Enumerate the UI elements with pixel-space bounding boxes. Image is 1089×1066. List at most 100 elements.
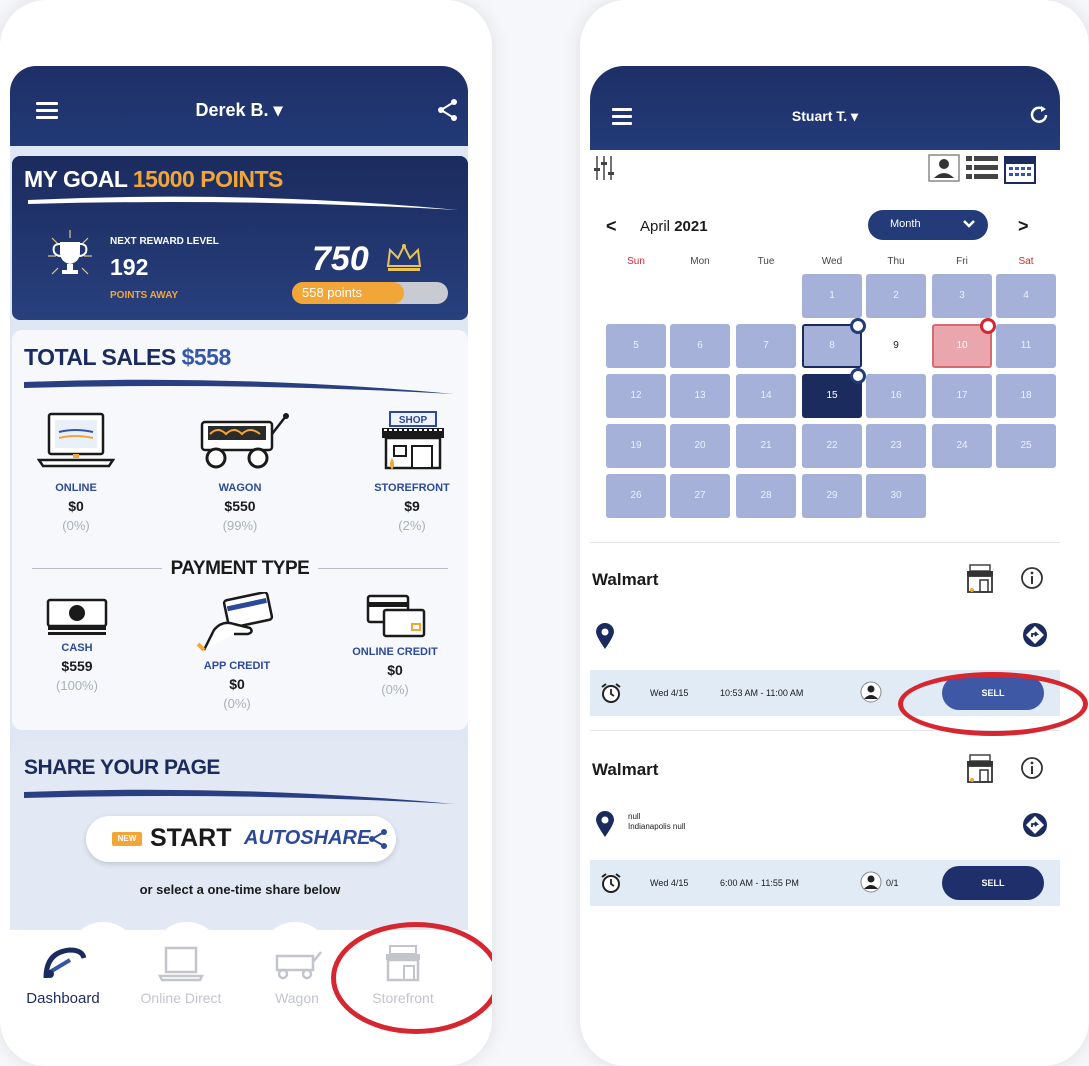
channel-percent: (99%) [222,518,258,533]
appointment-time: 10:53 AM - 11:00 AM [720,688,804,698]
calendar-toolbar [590,152,1060,192]
goal-card: MY GOAL 15000 POINTS NEXT REWARD LEVEL 1… [12,156,468,320]
alarm-clock-icon [601,683,621,703]
calendar-day[interactable]: 12 [606,374,666,418]
channel-wagon[interactable]: WAGON $550 (99%) [180,410,300,533]
points-remaining: 192 [110,254,149,280]
calendar-day[interactable]: 14 [736,374,796,418]
share-title: SHARE YOUR PAGE [24,756,220,779]
weekday-label: Sun [627,256,645,267]
calendar-day[interactable]: 2 [866,274,926,318]
calendar-day[interactable]: 13 [670,374,730,418]
weekday-label: Thu [887,256,905,267]
calendar-day[interactable]: 7 [736,324,796,368]
calendar-day[interactable]: 5 [606,324,666,368]
laptop-icon [37,412,115,468]
calendar-day[interactable]: 16 [866,374,926,418]
weekday-label: Mon [690,256,710,267]
payment-app-credit[interactable]: APP CREDIT $0 (0%) [172,592,302,711]
tab-online-direct[interactable]: Online Direct [126,944,236,1006]
phone-dashboard: Derek B. ▾ MY GOAL 15000 POINTS NEXT REW… [0,0,492,1066]
card-payment-icon [196,592,274,652]
start-autoshare-button[interactable]: NEW START AUTOSHARE [86,816,396,862]
weekday-label: Tue [757,256,775,267]
month-calendar: < April 2021 Month > Sun Mon Tue Wed Thu Fri S… [590,196,1060,540]
filter-icon[interactable] [594,154,614,182]
tab-dashboard[interactable]: Dashboard [8,944,118,1007]
payment-value: $0 [229,676,245,692]
channel-name: ONLINE [55,482,97,494]
info-icon[interactable] [1020,566,1044,590]
user-selector[interactable]: Stuart T. ▾ [590,108,1060,125]
location-pin-icon [596,811,614,837]
channel-value: $550 [224,498,256,514]
sell-button[interactable]: SELL [942,866,1044,900]
calendar-day[interactable]: 22 [802,424,862,468]
payment-percent: (100%) [56,678,98,693]
calendar-day[interactable]: 21 [736,424,796,468]
laptop-icon [158,946,204,982]
calendar-day[interactable]: 23 [866,424,926,468]
calendar-day[interactable]: 20 [670,424,730,468]
appointment-slot: Wed 4/15 6:00 AM - 11:55 PM 0/1 SELL [590,860,1060,906]
appointment-date: Wed 4/15 [650,688,689,698]
directions-icon[interactable] [1022,812,1048,838]
payment-name: ONLINE CREDIT [352,646,438,658]
next-month-button[interactable]: > [1018,216,1029,237]
calendar-day[interactable]: 11 [996,324,1056,368]
swoosh-decoration [24,789,454,804]
chevron-down-icon [963,220,975,228]
calendar-day[interactable]: 1 [802,274,862,318]
refresh-icon[interactable] [1028,104,1050,126]
channel-percent: (2%) [398,518,426,533]
calendar-day[interactable]: 9 [866,324,926,368]
weekday-label: Sat [1018,256,1034,267]
swoosh-decoration [28,196,458,210]
calendar-day[interactable]: 4 [996,274,1056,318]
directions-icon[interactable] [1022,622,1048,648]
calendar-day[interactable]: 3 [932,274,992,318]
event-marker-icon [850,368,866,384]
calendar-day[interactable]: 26 [606,474,666,518]
view-selector-value: Month [890,218,921,230]
user-selector[interactable]: Derek B. ▾ [10,100,468,121]
store-name: Walmart [592,760,659,779]
payment-cash[interactable]: CASH $559 (100%) [12,592,142,693]
payment-online-credit[interactable]: ONLINE CREDIT $0 (0%) [330,592,460,697]
calendar-day[interactable]: 30 [866,474,926,518]
calendar-day[interactable]: 24 [932,424,992,468]
calendar-day[interactable]: 17 [932,374,992,418]
calendar-day[interactable]: 27 [670,474,730,518]
calendar-day[interactable]: 25 [996,424,1056,468]
month-title: April 2021 [640,218,708,235]
calendar-day[interactable]: 6 [670,324,730,368]
channel-online[interactable]: ONLINE $0 (0%) [16,410,136,533]
swoosh-decoration [24,379,454,394]
start-label: START [150,824,232,852]
share-icon[interactable] [436,98,460,122]
payment-type-title: PAYMENT TYPE [170,558,310,579]
payment-percent: (0%) [381,682,409,697]
calendar-day[interactable]: 18 [996,374,1056,418]
total-sales-title: TOTAL SALES $558 [24,344,231,370]
highlight-circle [898,672,1088,736]
goal-title: MY GOAL 15000 POINTS [24,166,283,192]
person-icon [860,871,882,893]
points-progress-label: 558 points [302,285,362,300]
calendar-view-icon[interactable] [1004,154,1036,184]
info-icon[interactable] [1020,756,1044,780]
prev-month-button[interactable]: < [606,216,617,237]
payment-percent: (0%) [223,696,251,711]
view-selector[interactable]: Month [868,210,988,240]
list-view-icon[interactable] [966,154,998,182]
storefront-icon: SHOP [382,411,444,470]
channel-storefront[interactable]: SHOP STOREFRONT $9 (2%) [352,410,472,533]
person-view-icon[interactable] [928,154,960,182]
app-header: Stuart T. ▾ [590,66,1060,150]
wagon-icon [200,413,289,469]
channel-value: $9 [404,498,420,514]
calendar-day[interactable]: 29 [802,474,862,518]
calendar-day[interactable]: 28 [736,474,796,518]
calendar-day[interactable]: 19 [606,424,666,468]
phone-calendar: Stuart T. ▾ < April 2021 Month > Sun Mon… [580,0,1089,1066]
